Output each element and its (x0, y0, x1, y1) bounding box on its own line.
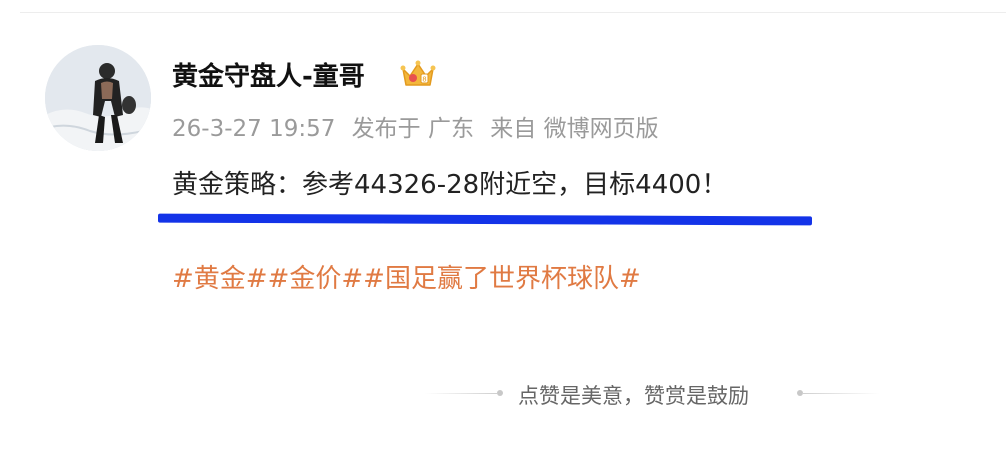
annotation-underline (157, 213, 813, 226)
post-content: 黄金策略：参考44326-28附近空，目标4400！ (172, 170, 728, 200)
reward-prompt[interactable]: 点赞是美意，赞赏是鼓励 (518, 380, 749, 410)
post-timestamp[interactable]: 26-3-27 19:57 (172, 116, 335, 142)
username[interactable]: 黄金守盘人-童哥 (172, 56, 365, 93)
reward-dot-left (497, 390, 503, 396)
hashtag-gold-price[interactable]: #金价# (268, 264, 364, 294)
avatar[interactable] (45, 45, 151, 151)
reward-divider-left (425, 393, 497, 394)
top-divider (20, 12, 1006, 13)
reward-divider-right (802, 393, 880, 394)
hashtag-national-team[interactable]: #国足赢了世界杯球队# (363, 264, 641, 294)
hashtag-list: #黄金##金价##国足赢了世界杯球队# (172, 258, 641, 295)
post-meta: 26-3-27 19:57 发布于 广东 来自 微博网页版 (172, 109, 659, 143)
crown-badge-icon[interactable]: 8 (399, 59, 437, 89)
avatar-photo (45, 45, 151, 151)
post-location: 发布于 广东 (351, 116, 474, 142)
svg-text:8: 8 (422, 76, 426, 84)
post-source: 来自 微博网页版 (490, 116, 659, 142)
hashtag-gold[interactable]: #黄金# (172, 264, 268, 294)
